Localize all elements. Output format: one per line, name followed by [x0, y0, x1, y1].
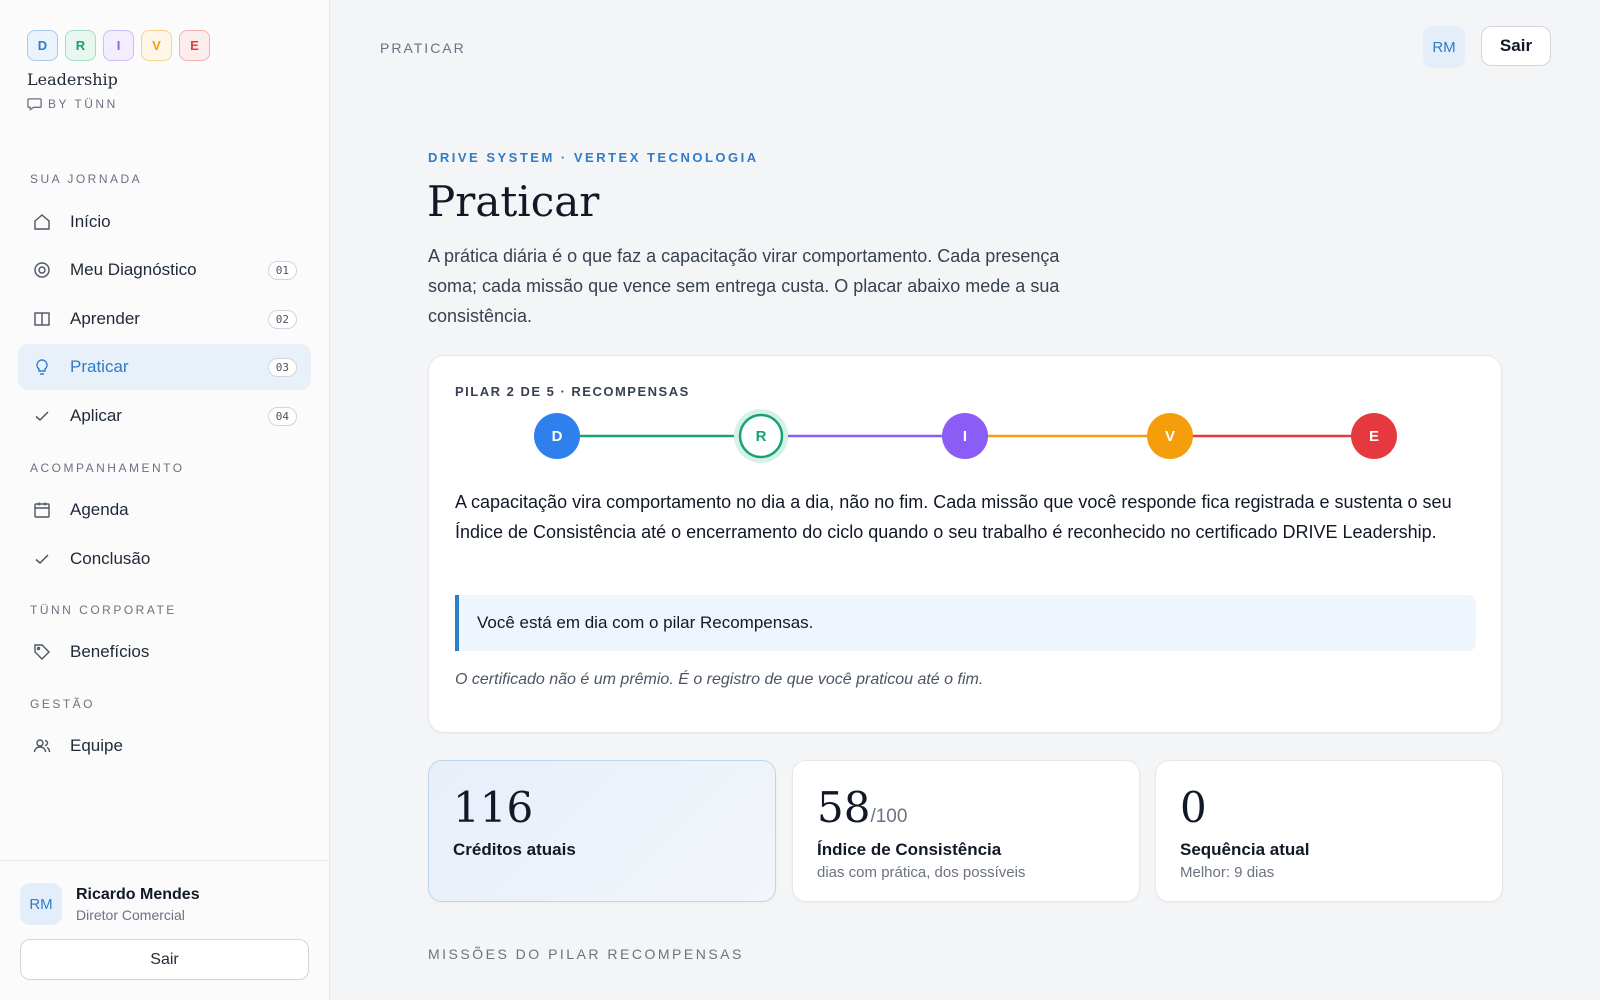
avatar[interactable]: RM: [1423, 26, 1465, 68]
check-icon: [32, 406, 52, 426]
brand-letter-d: D: [27, 30, 58, 61]
stat-card-consistency: 58/100 Índice de Consistência dias com p…: [792, 760, 1140, 902]
section-title-missions: MISSÕES DO PILAR RECOMPENSAS: [428, 946, 744, 962]
brand-letters: D R I V E: [27, 30, 210, 61]
stat-value: 0: [1180, 783, 1207, 832]
breadcrumb: PRATICAR: [380, 40, 466, 56]
sidebar-item-praticar[interactable]: Praticar 03: [18, 344, 311, 390]
stat-number: 58: [817, 783, 871, 832]
stat-card-credits: 116 Créditos atuais: [428, 760, 776, 902]
pillar-label: PILAR 2 DE 5 · RECOMPENSAS: [455, 384, 690, 399]
step-badge: 02: [267, 309, 297, 329]
stat-suffix: /100: [870, 806, 908, 827]
step-badge: 04: [267, 406, 297, 426]
target-icon: [32, 260, 52, 280]
svg-text:E: E: [1369, 428, 1379, 445]
step-badge: 03: [267, 357, 297, 377]
sidebar-item-agenda[interactable]: Agenda: [18, 487, 311, 533]
tag-icon: [32, 642, 52, 662]
step-badge: 01: [267, 260, 297, 280]
sidebar-logout-button[interactable]: Sair: [20, 939, 309, 980]
sidebar-item-label: Equipe: [70, 736, 123, 755]
user-info[interactable]: RM Ricardo Mendes Diretor Comercial: [20, 883, 200, 925]
pillar-description: A capacitação vira comportamento no dia …: [455, 492, 1452, 542]
sidebar: D R I V E Leadership BY TÜNN SUA JORNADA…: [0, 0, 330, 1000]
eyebrow: DRIVE SYSTEM · VERTEX TECNOLOGIA: [428, 150, 759, 165]
brand-letter-i: I: [103, 30, 134, 61]
status-callout: Você está em dia com o pilar Recompensas…: [455, 595, 1476, 651]
brand-name: Leadership: [27, 70, 118, 89]
svg-text:V: V: [1165, 428, 1175, 445]
brand-letter-v: V: [141, 30, 172, 61]
stat-label: Sequência atual: [1180, 840, 1310, 859]
book-icon: [32, 309, 52, 329]
logout-button[interactable]: Sair: [1481, 26, 1551, 66]
sidebar-item-aplicar[interactable]: Aplicar 04: [18, 393, 311, 439]
certificate-note: O certificado não é um prêmio. É o regis…: [455, 671, 984, 688]
sidebar-item-label: Agenda: [70, 500, 129, 519]
pillar-step-e[interactable]: E: [1351, 413, 1397, 459]
lightbulb-icon: [32, 357, 52, 377]
brand-byline: BY TÜNN: [27, 97, 210, 111]
calendar-icon: [32, 500, 52, 520]
pillar-step-i[interactable]: I: [942, 413, 988, 459]
user-role: Diretor Comercial: [76, 906, 185, 923]
stat-subtext: Melhor: 9 dias: [1180, 864, 1275, 881]
pillar-progress-track: D R I V E: [534, 409, 1397, 463]
stat-value: 116: [453, 783, 534, 832]
stat-subtext: dias com prática, dos possíveis: [817, 864, 1026, 881]
svg-text:R: R: [756, 428, 767, 445]
pillar-step-v[interactable]: V: [1147, 413, 1193, 459]
nav-section-corporate: TÜNN CORPORATE: [30, 603, 177, 617]
page-title: Praticar: [427, 177, 600, 226]
users-icon: [32, 736, 52, 756]
sidebar-item-conclusao[interactable]: Conclusão: [18, 536, 311, 582]
sidebar-item-label: Início: [70, 212, 111, 231]
svg-text:D: D: [552, 428, 563, 445]
user-name: Ricardo Mendes: [76, 885, 200, 903]
sidebar-item-aprender[interactable]: Aprender 02: [18, 296, 311, 342]
sidebar-item-label: Aprender: [70, 309, 140, 328]
sidebar-item-beneficios[interactable]: Benefícios: [18, 629, 311, 675]
sidebar-item-label: Benefícios: [70, 642, 150, 661]
pillar-step-d[interactable]: D: [534, 413, 580, 459]
check-icon: [32, 549, 52, 569]
sidebar-item-label: Praticar: [70, 357, 129, 376]
nav-section-journey: SUA JORNADA: [30, 172, 143, 186]
stat-card-streak: 0 Sequência atual Melhor: 9 dias: [1155, 760, 1503, 902]
svg-text:I: I: [963, 428, 967, 445]
user-panel: RM Ricardo Mendes Diretor Comercial Sair: [0, 860, 330, 1000]
sidebar-item-diagnostico[interactable]: Meu Diagnóstico 01: [18, 247, 311, 293]
stat-label: Créditos atuais: [453, 840, 576, 859]
sidebar-item-label: Conclusão: [70, 549, 151, 568]
brand-by-text: BY TÜNN: [48, 97, 118, 111]
sidebar-item-label: Aplicar: [70, 406, 122, 425]
brand-logo[interactable]: D R I V E Leadership BY TÜNN: [27, 30, 210, 111]
chat-bubble-icon: [27, 98, 42, 111]
pillar-step-r-current[interactable]: R: [734, 409, 788, 463]
nav-section-tracking: ACOMPANHAMENTO: [30, 461, 185, 475]
home-icon: [32, 212, 52, 232]
stat-value: 58/100: [817, 783, 907, 832]
pillar-card: PILAR 2 DE 5 · RECOMPENSAS D R I V E A c…: [428, 355, 1502, 733]
sidebar-item-equipe[interactable]: Equipe: [18, 723, 311, 769]
brand-letter-r: R: [65, 30, 96, 61]
nav-section-management: GESTÃO: [30, 697, 96, 711]
sidebar-item-inicio[interactable]: Início: [18, 199, 311, 245]
intro-text: A prática diária é o que faz a capacitaç…: [428, 246, 1060, 326]
sidebar-item-label: Meu Diagnóstico: [70, 260, 197, 279]
brand-letter-e: E: [179, 30, 210, 61]
stat-label: Índice de Consistência: [817, 840, 1002, 859]
avatar: RM: [20, 883, 62, 925]
